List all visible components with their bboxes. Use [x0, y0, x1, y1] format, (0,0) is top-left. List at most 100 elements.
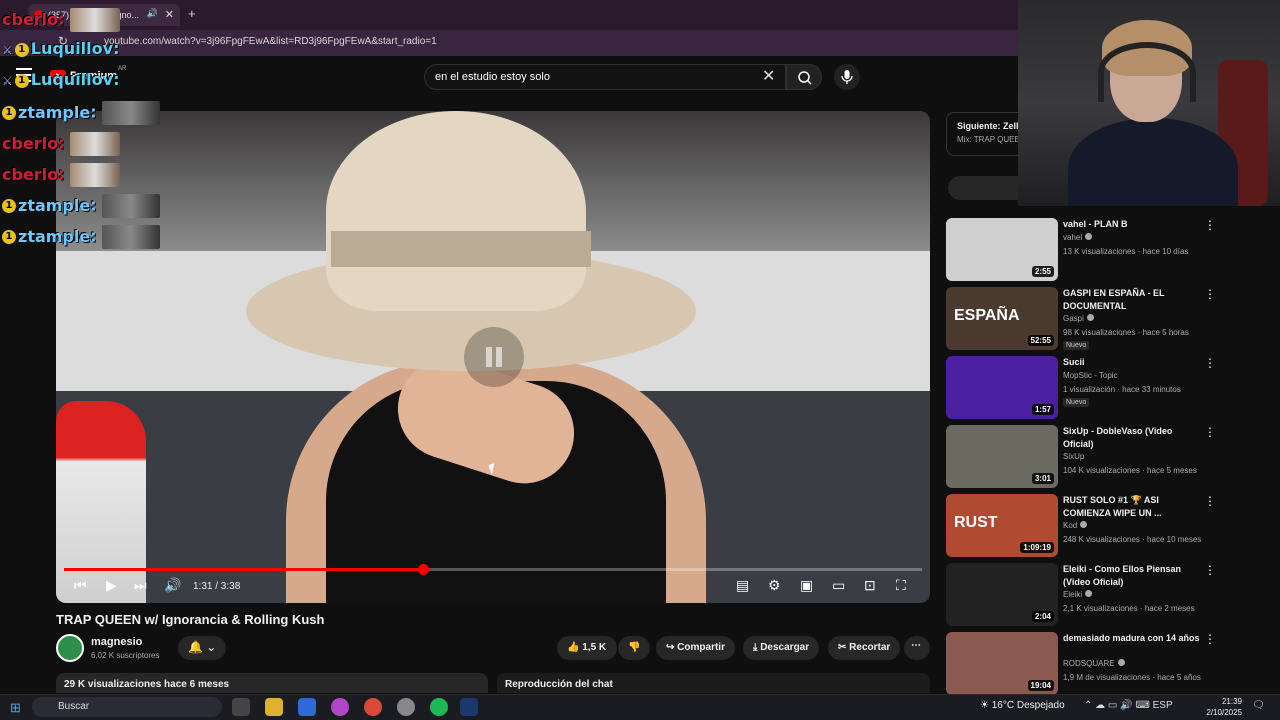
- pause-overlay-icon[interactable]: [464, 327, 524, 387]
- windows-start-icon[interactable]: ⊞: [10, 700, 21, 716]
- recommendation-title[interactable]: GASPI EN ESPAÑA - EL DOCUMENTAL: [1063, 287, 1203, 313]
- volume-icon[interactable]: 🔊: [164, 577, 181, 594]
- settings-icon[interactable]: ⚙: [768, 577, 781, 594]
- video-thumbnail[interactable]: 2:55: [946, 218, 1058, 281]
- chat-replay-box[interactable]: Reproducción del chat: [497, 673, 930, 693]
- recommendation-item[interactable]: 2:04 Eleiki - Como Ellos Piensan (Video O…: [946, 563, 1280, 629]
- progress-bar[interactable]: [64, 564, 922, 575]
- recommendation-title[interactable]: Sucii: [1063, 356, 1203, 369]
- notification-icon[interactable]: 🗨: [1252, 700, 1265, 711]
- more-actions-button[interactable]: ⋯: [904, 636, 930, 660]
- chat-message: ⚔ 1 Luquillov:: [2, 39, 119, 58]
- recommendation-channel[interactable]: Gaspi: [1063, 313, 1094, 325]
- dislike-button[interactable]: 👎: [618, 636, 650, 660]
- recommendation-item[interactable]: 19:04 demasiado madura con 14 años RODSQUA…: [946, 632, 1280, 698]
- subscription-bell-button[interactable]: 🔔 ⌄: [178, 636, 226, 660]
- recommendation-item[interactable]: 3:01 SixUp - DobleVaso (Video Oficial) Six…: [946, 425, 1280, 491]
- video-frame-bottle: [56, 401, 146, 603]
- steam-icon[interactable]: [460, 698, 478, 716]
- video-duration: 1:57: [1031, 404, 1054, 415]
- taskbar-search-input[interactable]: Buscar: [32, 697, 222, 717]
- video-player[interactable]: ⏮ ▶ ⏭ 🔊 1:31 / 3:38 ▤ ⚙ ▣ ▭ ⊡ ⛶: [56, 111, 930, 603]
- search-button[interactable]: [786, 64, 822, 90]
- speaker-icon[interactable]: 🔊: [147, 8, 158, 19]
- cast-icon[interactable]: ⊡: [864, 577, 876, 594]
- subscriber-count: 6,02 K suscriptores: [91, 651, 160, 660]
- taskbar-clock[interactable]: 21:39 2/10/2025: [1202, 696, 1242, 718]
- clip-button[interactable]: ✂ Recortar: [828, 636, 901, 660]
- language-indicator[interactable]: ESP: [1153, 700, 1173, 711]
- spotify-icon[interactable]: [430, 698, 448, 716]
- store-icon[interactable]: [298, 698, 316, 716]
- recommendation-meta: 98 K visualizaciones · hace 5 horas: [1063, 328, 1189, 337]
- recommendation-channel[interactable]: MopStic - Topic: [1063, 370, 1118, 382]
- obs-icon[interactable]: [397, 698, 415, 716]
- chrome-icon[interactable]: [364, 698, 382, 716]
- channel-name: vahel: [1063, 233, 1083, 242]
- channel-avatar[interactable]: [56, 634, 84, 662]
- video-thumbnail[interactable]: 1:57: [946, 356, 1058, 419]
- file-explorer-icon[interactable]: [265, 698, 283, 716]
- recommendation-channel[interactable]: vahel: [1063, 232, 1093, 244]
- share-icon: ↪: [666, 642, 675, 653]
- task-view-icon[interactable]: [232, 698, 250, 716]
- chat-username: cberlo: [2, 164, 59, 184]
- video-duration: 3:01: [1031, 473, 1054, 484]
- recommendation-title[interactable]: demasiado madura con 14 años: [1063, 632, 1203, 645]
- more-vertical-icon[interactable]: ⋮: [1204, 287, 1216, 301]
- more-vertical-icon[interactable]: ⋮: [1204, 218, 1216, 232]
- channel-name[interactable]: magnesio: [91, 636, 142, 648]
- share-button[interactable]: ↪ Compartir: [656, 636, 735, 660]
- miniplayer-icon[interactable]: ▣: [800, 577, 813, 594]
- up-next-panel[interactable]: Siguiente: Zell Mix: TRAP QUEEN: [946, 112, 1026, 156]
- chat-username: ztample: [18, 226, 91, 246]
- more-vertical-icon[interactable]: ⋮: [1204, 563, 1216, 577]
- download-button[interactable]: ⤓ Descargar: [743, 636, 820, 660]
- next-icon[interactable]: ⏭: [134, 577, 147, 594]
- verified-icon: [1086, 314, 1094, 321]
- video-thumbnail[interactable]: 3:01: [946, 425, 1058, 488]
- subtitles-icon[interactable]: ▤: [736, 577, 749, 594]
- video-thumbnail[interactable]: 2:04: [946, 563, 1058, 626]
- recommendation-item[interactable]: RUST 1:09:19 RUST SOLO #1 🏆 ASI COMIENZA W…: [946, 494, 1280, 560]
- recommendation-channel[interactable]: RODSQUARE: [1063, 658, 1125, 670]
- close-tab-icon[interactable]: ✕: [165, 8, 174, 21]
- recommendation-item[interactable]: 2:55 vahel - PLAN B vahel 13 K visualizacio…: [946, 218, 1280, 284]
- recommendation-item[interactable]: ESPAÑA 52:55 GASPI EN ESPAÑA - EL DOCUMENT…: [946, 287, 1280, 353]
- play-icon[interactable]: ▶: [106, 577, 117, 594]
- messenger-icon[interactable]: [331, 698, 349, 716]
- weather-widget[interactable]: ☀ 16°C Despejado: [980, 700, 1065, 711]
- voice-search-button[interactable]: [834, 64, 860, 90]
- sword-icon: ⚔: [2, 74, 13, 88]
- recommendation-channel[interactable]: Kod: [1063, 520, 1088, 532]
- search-input[interactable]: en el estudio estoy solo: [424, 64, 786, 90]
- url-text[interactable]: youtube.com/watch?v=3j96FpgFEwA&list=RD3…: [104, 36, 437, 47]
- like-button[interactable]: 👍 1,5 K: [557, 636, 617, 660]
- system-tray[interactable]: ⌃ ☁ ▭ 🔊 ⌨ ESP: [1084, 700, 1173, 711]
- more-vertical-icon[interactable]: ⋮: [1204, 425, 1216, 439]
- clear-search-icon[interactable]: ✕: [762, 66, 775, 86]
- previous-icon[interactable]: ⏮: [74, 577, 87, 594]
- recommendation-channel[interactable]: SixUp: [1063, 451, 1084, 463]
- video-thumbnail[interactable]: RUST 1:09:19: [946, 494, 1058, 557]
- up-next-label: Siguiente: Zell: [957, 121, 1019, 131]
- views-and-date: 29 K visualizaciones hace 6 meses: [64, 679, 230, 690]
- more-vertical-icon[interactable]: ⋮: [1204, 632, 1216, 646]
- fullscreen-icon[interactable]: ⛶: [896, 577, 906, 594]
- description-box[interactable]: 29 K visualizaciones hace 6 meses: [56, 673, 488, 693]
- channel-name: MopStic - Topic: [1063, 371, 1118, 380]
- more-vertical-icon[interactable]: ⋮: [1204, 356, 1216, 370]
- recommendation-title[interactable]: vahel - PLAN B: [1063, 218, 1203, 231]
- filter-chip-bar[interactable]: [948, 176, 1028, 200]
- recommendation-title[interactable]: SixUp - DobleVaso (Video Oficial): [1063, 425, 1203, 451]
- video-thumbnail[interactable]: ESPAÑA 52:55: [946, 287, 1058, 350]
- more-vertical-icon[interactable]: ⋮: [1204, 494, 1216, 508]
- recommendation-title[interactable]: Eleiki - Como Ellos Piensan (Video Ofici…: [1063, 563, 1203, 589]
- recommendation-title[interactable]: RUST SOLO #1 🏆 ASI COMIENZA WIPE UN ...: [1063, 494, 1203, 520]
- video-thumbnail[interactable]: 19:04: [946, 632, 1058, 695]
- recommendation-channel[interactable]: Eleiki: [1063, 589, 1093, 601]
- recommendation-item[interactable]: 1:57 Sucii MopStic - Topic 1 visualización …: [946, 356, 1280, 422]
- theater-mode-icon[interactable]: ▭: [832, 577, 845, 594]
- progress-scrubber[interactable]: [417, 564, 429, 575]
- new-tab-button[interactable]: +: [188, 6, 196, 21]
